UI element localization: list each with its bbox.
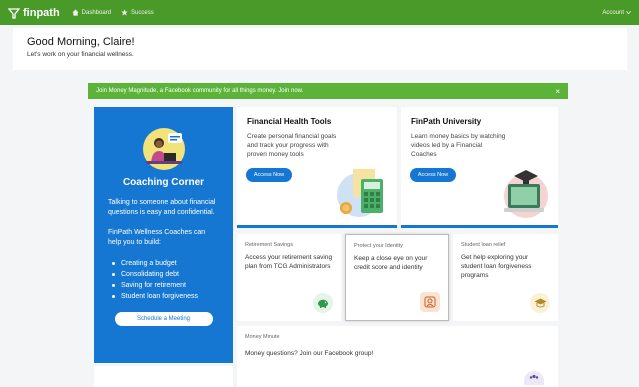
close-icon[interactable]: × [555,87,560,96]
greeting-title: Good Morning, Claire! [27,36,135,48]
finpath-university-card: FinPath University Learn money basics by… [401,107,558,228]
calculator-illustration-icon [337,169,383,217]
schedule-meeting-button[interactable]: Schedule a Meeting [114,312,213,326]
coach-illustration-icon [142,128,185,170]
card-description: Access your retirement saving plan from … [245,254,333,270]
finpath-logo-icon [8,7,20,19]
card-description: Money questions? Join our Facebook group… [245,350,374,357]
card-label: Student loan relief [461,242,506,248]
access-now-button[interactable]: Access Now [246,168,292,182]
coaching-intro: Talking to someone about financial quest… [108,199,216,216]
card-description: Create personal financial goals and trac… [247,133,337,158]
home-icon [72,9,79,16]
card-label: Protect your Identity [354,243,403,249]
nav-link-success[interactable]: Success [121,9,154,16]
student-loan-relief-card[interactable]: Student loan relief Get help exploring y… [453,234,558,321]
coaching-help: FinPath Wellness Coaches can help you to… [108,229,206,246]
card-title: Financial Health Tools [247,117,332,126]
card-label: Money Minute [245,334,280,340]
list-item: Creating a budget [108,258,219,269]
card-accent-bar [237,225,397,228]
list-item: Consolidating debt [108,269,219,280]
list-item: Saving for retirement [108,280,219,291]
piggy-bank-icon [313,293,333,313]
card-label: Retirement Savings [245,242,293,248]
account-label: Account [602,9,624,16]
graduation-laptop-icon [504,170,548,218]
identity-lock-icon [420,292,440,312]
access-now-button[interactable]: Access Now [410,168,456,182]
community-icon [524,371,544,385]
list-item: Student loan forgiveness [108,291,219,302]
brand-logo[interactable]: finpath [8,7,60,19]
coaching-corner-card: Coaching Corner Talking to someone about… [94,107,233,363]
card-title: FinPath University [411,117,482,126]
money-minute-card[interactable]: Money Minute Money questions? Join our F… [237,326,558,387]
lower-left-card [94,366,233,387]
retirement-savings-card[interactable]: Retirement Savings Access your retiremen… [237,234,341,321]
card-description: Get help exploring your student loan for… [461,254,532,279]
chevron-down-icon [626,10,631,15]
account-menu[interactable]: Account [602,10,631,16]
protect-identity-card[interactable]: Protect your Identity Keep a close eye o… [345,234,449,321]
star-icon [121,9,128,16]
brand-name: finpath [23,6,60,19]
coaching-topics-list: Creating a budget Consolidating debt Sav… [108,258,219,302]
card-description: Keep a close eye on your credit score an… [354,255,428,271]
top-navbar: finpath Dashboard Success Account [0,0,639,25]
graduation-cap-icon [530,293,550,313]
nav-link-label: Dashboard [81,9,112,16]
greeting-panel: Good Morning, Claire! Let's work on your… [13,28,627,70]
financial-health-tools-card: Financial Health Tools Create personal f… [237,107,397,228]
facebook-banner[interactable]: Join Money Magnitude, a Facebook communi… [88,83,568,99]
greeting-subtitle: Let's work on your financial wellness. [27,51,134,58]
card-description: Learn money basics by watching videos le… [411,133,506,158]
coaching-title: Coaching Corner [122,177,205,188]
card-accent-bar [401,225,558,228]
nav-link-dashboard[interactable]: Dashboard [72,9,111,16]
nav-link-label: Success [131,9,154,16]
banner-text: Join Money Magnitude, a Facebook communi… [96,88,304,94]
